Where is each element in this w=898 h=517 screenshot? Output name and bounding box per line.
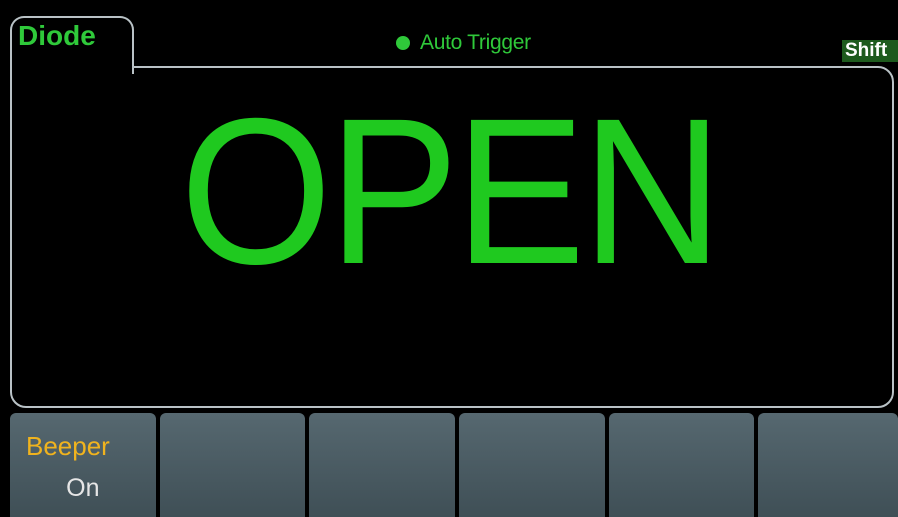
softkey-6[interactable]: [758, 413, 898, 517]
softkey-title: Beeper: [26, 431, 110, 461]
softkey-4[interactable]: [459, 413, 605, 517]
shift-indicator: Shift: [842, 40, 898, 62]
softkey-1-beeper[interactable]: Beeper On: [10, 413, 156, 517]
trigger-status: Auto Trigger: [396, 32, 531, 53]
softkey-3[interactable]: [309, 413, 456, 517]
trigger-status-text: Auto Trigger: [420, 31, 531, 54]
trigger-indicator-dot-icon: [396, 35, 410, 50]
dmm-screen: Diode Auto Trigger Shift OPEN Beeper On: [0, 0, 898, 517]
softkey-bar: Beeper On: [10, 413, 898, 517]
softkey-2[interactable]: [159, 413, 306, 517]
measurement-mode-label: Diode: [18, 20, 96, 51]
softkey-5[interactable]: [608, 413, 755, 517]
tab-border-gap: [12, 64, 128, 70]
softkey-value: On: [66, 474, 100, 502]
measurement-reading: OPEN: [180, 76, 723, 308]
